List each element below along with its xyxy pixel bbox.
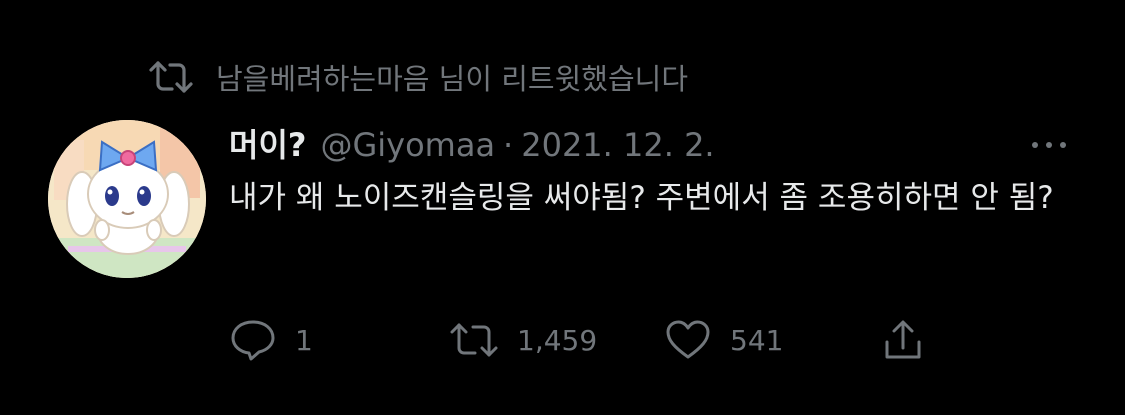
retweet-action-icon — [449, 321, 499, 359]
reply-icon — [229, 318, 277, 362]
tweet-date[interactable]: 2021. 12. 2. — [521, 126, 714, 164]
reply-button[interactable]: 1 — [229, 312, 313, 368]
retweet-context[interactable]: 남을베려하는마음 님이 리트윗했습니다 — [148, 56, 688, 98]
retweet-count: 1,459 — [517, 323, 598, 357]
like-button[interactable]: 541 — [664, 312, 783, 368]
tweet-header: 머이? @Giyomaa · 2021. 12. 2. — [229, 120, 715, 166]
heart-icon — [664, 319, 712, 361]
display-name[interactable]: 머이? — [229, 120, 306, 166]
retweet-button[interactable]: 1,459 — [449, 312, 597, 368]
avatar[interactable] — [48, 120, 206, 278]
more-options-icon[interactable] — [1024, 130, 1074, 160]
retweet-icon — [148, 60, 194, 94]
share-icon — [881, 318, 925, 362]
share-button[interactable] — [881, 312, 925, 368]
separator-dot: · — [503, 126, 514, 164]
tweet-text: 내가 왜 노이즈캔슬링을 써야됨? 주변에서 좀 조용히하면 안 됨? — [229, 180, 1054, 216]
retweet-context-label: 남을베려하는마음 님이 리트윗했습니다 — [216, 62, 688, 96]
like-count: 541 — [730, 323, 784, 357]
reply-count: 1 — [295, 323, 313, 357]
tweet-actions: 1 1,459 541 — [229, 312, 949, 368]
user-handle[interactable]: @Giyomaa — [320, 126, 495, 164]
avatar-character-image — [48, 120, 206, 278]
